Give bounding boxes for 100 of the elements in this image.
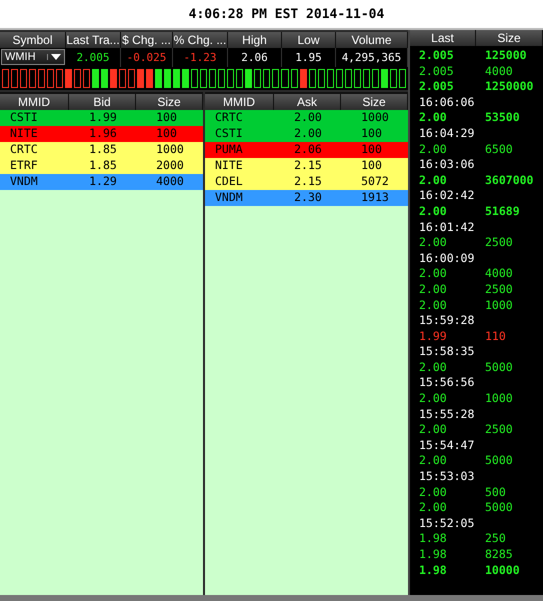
trade-price: 2.00 — [418, 204, 448, 220]
trade-time: 15:52:05 — [418, 516, 476, 532]
cell-text: 2000 — [155, 158, 185, 174]
trade-price: 2.00 — [418, 266, 448, 282]
column-header[interactable]: % Chg. ... — [173, 32, 228, 48]
trade-time: 15:59:28 — [418, 313, 476, 329]
trade-size: 2500 — [484, 235, 514, 251]
trade-size: 1250000 — [484, 79, 534, 95]
cell-text: 2.06 — [293, 142, 323, 158]
cell-text: 5072 — [360, 174, 390, 190]
cell-text: 2.15 — [293, 174, 323, 190]
column-header[interactable]: Ask — [274, 94, 341, 110]
trade-time: 16:03:06 — [418, 157, 476, 173]
symbol-dropdown[interactable]: WMIH — [1, 49, 65, 65]
trade-price: 2.00 — [418, 298, 448, 314]
trade-price: 2.00 — [418, 484, 448, 500]
quote-row[interactable]: CRTC 2.00 1000 — [205, 110, 408, 126]
trade-size: 6500 — [484, 142, 514, 158]
cell-text: CSTI — [9, 110, 39, 126]
trade-time: 15:53:03 — [418, 469, 476, 485]
cell-text: 100 — [360, 126, 383, 142]
column-header[interactable]: High — [228, 32, 282, 48]
column-header[interactable]: Size — [476, 30, 543, 46]
trade-size: 10000 — [484, 562, 521, 578]
trade-size: 110 — [484, 328, 507, 344]
trade-size: 250 — [484, 531, 507, 547]
column-header[interactable]: Symbol — [0, 32, 66, 48]
trade-size: 8285 — [484, 547, 514, 563]
column-header[interactable]: $ Chg. ... — [121, 32, 173, 48]
cell-text: 1.96 — [88, 126, 118, 142]
cell-text: 1.29 — [88, 174, 118, 190]
quote-row[interactable]: ETRF 1.85 2000 — [0, 158, 203, 174]
trade-price: 2.00 — [418, 500, 448, 516]
cell-text: 1.99 — [88, 110, 118, 126]
cell-text: NITE — [9, 126, 39, 142]
column-header[interactable]: Low — [282, 32, 336, 48]
column-header[interactable]: MMID — [205, 94, 274, 110]
column-header[interactable]: Size — [341, 94, 408, 110]
trade-size: 5000 — [484, 360, 514, 376]
cell-text: NITE — [214, 158, 244, 174]
trade-size: 500 — [484, 484, 507, 500]
quote-row[interactable]: NITE 2.15 100 — [205, 158, 408, 174]
quote-row[interactable]: CRTC 1.85 1000 — [0, 142, 203, 158]
cell-text: 100 — [360, 142, 383, 158]
column-header[interactable]: Volume — [336, 32, 408, 48]
cell-text: 100 — [155, 126, 178, 142]
trade-time: 16:02:42 — [418, 188, 476, 204]
trade-time: 16:06:06 — [418, 94, 476, 110]
trade-size: 2500 — [484, 422, 514, 438]
trade-size: 5000 — [484, 453, 514, 470]
cell-text: CSTI — [214, 126, 244, 142]
cell-text: CRTC — [214, 110, 244, 126]
trade-price: 2.00 — [418, 172, 448, 188]
trade-size: 1000 — [484, 391, 514, 407]
trade-price: 2.00 — [418, 360, 448, 376]
trade-price: 1.98 — [418, 531, 448, 547]
cell-text: VNDM — [9, 174, 39, 190]
trade-time: 16:01:42 — [418, 220, 476, 236]
trade-price: 2.00 — [418, 453, 448, 470]
trade-price: 2.00 — [418, 422, 448, 438]
column-header[interactable]: Bid — [69, 94, 136, 110]
trade-price: 2.00 — [418, 235, 448, 251]
trade-price: 2.00 — [418, 391, 448, 407]
trade-time: 15:56:56 — [418, 375, 476, 392]
clock-text: 4:06:28 PM EST 2014-11-04 — [188, 6, 384, 22]
cell-text: VNDM — [214, 190, 244, 206]
column-header[interactable]: Size — [136, 94, 203, 110]
trade-price: 2.005 — [418, 79, 455, 95]
column-header[interactable]: MMID — [0, 94, 70, 110]
trade-price: 2.005 — [418, 64, 455, 80]
column-header[interactable]: Last — [410, 30, 476, 46]
trade-size: 51689 — [484, 204, 521, 220]
trade-price: 1.99 — [418, 328, 448, 344]
trade-time: 16:00:09 — [418, 250, 476, 266]
trade-price: 2.005 — [418, 48, 455, 64]
quote-row[interactable]: VNDM 2.30 1913 — [205, 190, 408, 206]
cell-text: CRTC — [9, 142, 39, 158]
dropdown-caret-icon — [47, 54, 64, 60]
cell-text: 1913 — [360, 190, 390, 206]
cell-text: CDEL — [214, 174, 244, 190]
quote-row[interactable]: PUMA 2.06 100 — [205, 142, 408, 158]
cell-text: 1000 — [155, 142, 185, 158]
quote-row[interactable]: CSTI 1.99 100 — [0, 110, 203, 126]
cell-text: ETRF — [9, 158, 39, 174]
trade-price: 1.98 — [418, 547, 448, 563]
trade-size: 53500 — [484, 110, 521, 126]
cell-text: 4000 — [155, 174, 185, 190]
cell-text: 100 — [155, 110, 178, 126]
trade-size: 4000 — [484, 64, 514, 80]
trade-price: 2.00 — [418, 142, 448, 158]
cell-text: 1.85 — [88, 158, 118, 174]
column-header[interactable]: Last Tra... — [66, 32, 121, 48]
quote-row[interactable]: VNDM 1.29 4000 — [0, 174, 203, 190]
trade-time: 15:54:47 — [418, 438, 476, 454]
quote-row[interactable]: CSTI 2.00 100 — [205, 126, 408, 142]
trade-price: 1.98 — [418, 562, 448, 578]
quote-row[interactable]: CDEL 2.15 5072 — [205, 174, 408, 190]
cell-text: 100 — [360, 158, 383, 174]
quote-row[interactable]: NITE 1.96 100 — [0, 126, 203, 142]
cell-text: PUMA — [214, 142, 244, 158]
